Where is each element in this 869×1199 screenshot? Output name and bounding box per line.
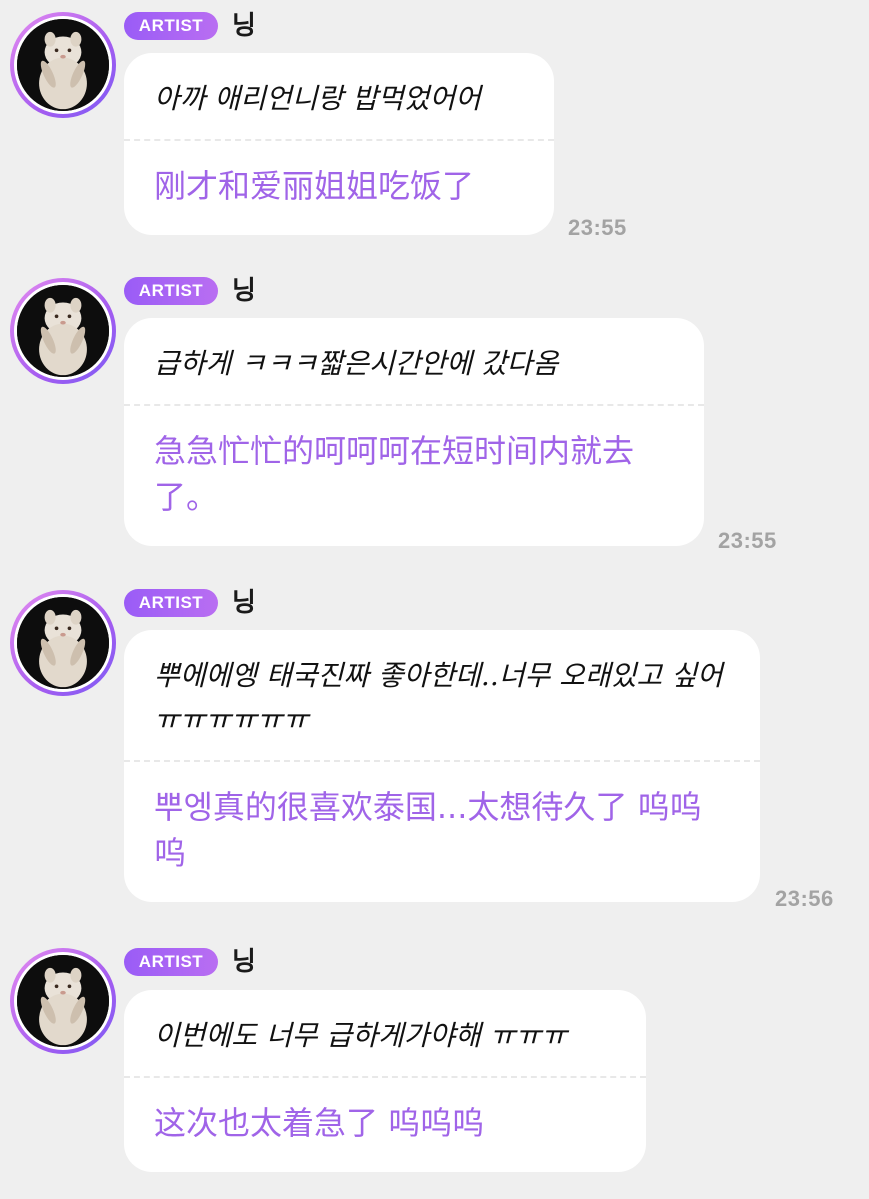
avatar[interactable]	[10, 948, 116, 1054]
timestamp: 23:56	[775, 886, 834, 911]
sender-name: 닝	[232, 11, 256, 41]
timestamp: 23:55	[718, 528, 777, 553]
translation-text: 뿌엥真的很喜欢泰国...太想待久了 呜呜呜	[154, 788, 702, 872]
avatar[interactable]	[10, 278, 116, 384]
sender-name: 닝	[232, 947, 256, 977]
original-text: 아까 애리언니랑 밥먹었어어	[154, 82, 481, 115]
cat-photo-icon	[17, 19, 109, 111]
sender-name: 닝	[232, 588, 256, 618]
message-bubble[interactable]: 이번에도 너무 급하게가야해 ㅠㅠㅠ 这次也太着急了 呜呜呜	[124, 990, 646, 1172]
timestamp: 23:55	[568, 215, 627, 240]
artist-badge: ARTIST	[124, 277, 218, 305]
cat-photo-icon	[17, 597, 109, 689]
original-text: 뿌에에엥 태국진짜 좋아한데..너무 오래있고 싶어 ㅠㅠㅠㅠㅠㅠ	[154, 659, 732, 736]
translation-text: 这次也太着急了 呜呜呜	[154, 1104, 485, 1142]
cat-photo-icon	[17, 955, 109, 1047]
translation-text: 急急忙忙的呵呵呵在短时间内就去了。	[154, 432, 635, 516]
message-bubble[interactable]: 뿌에에엥 태국진짜 좋아한데..너무 오래있고 싶어 ㅠㅠㅠㅠㅠㅠ 뿌엥真的很喜…	[124, 630, 760, 902]
original-text: 이번에도 너무 급하게가야해 ㅠㅠㅠ	[154, 1019, 568, 1052]
original-text: 급하게 ㅋㅋㅋ짧은시간안에 갔다옴	[154, 347, 559, 380]
avatar[interactable]	[10, 12, 116, 118]
artist-badge: ARTIST	[124, 589, 218, 617]
avatar[interactable]	[10, 590, 116, 696]
artist-badge: ARTIST	[124, 12, 218, 40]
artist-badge: ARTIST	[124, 948, 218, 976]
sender-name: 닝	[232, 276, 256, 306]
translation-text: 刚才和爱丽姐姐吃饭了	[154, 167, 475, 205]
cat-photo-icon	[17, 285, 109, 377]
message-bubble[interactable]: 급하게 ㅋㅋㅋ짧은시간안에 갔다옴 急急忙忙的呵呵呵在短时间内就去了。	[124, 318, 704, 546]
message-bubble[interactable]: 아까 애리언니랑 밥먹었어어 刚才和爱丽姐姐吃饭了	[124, 53, 554, 235]
